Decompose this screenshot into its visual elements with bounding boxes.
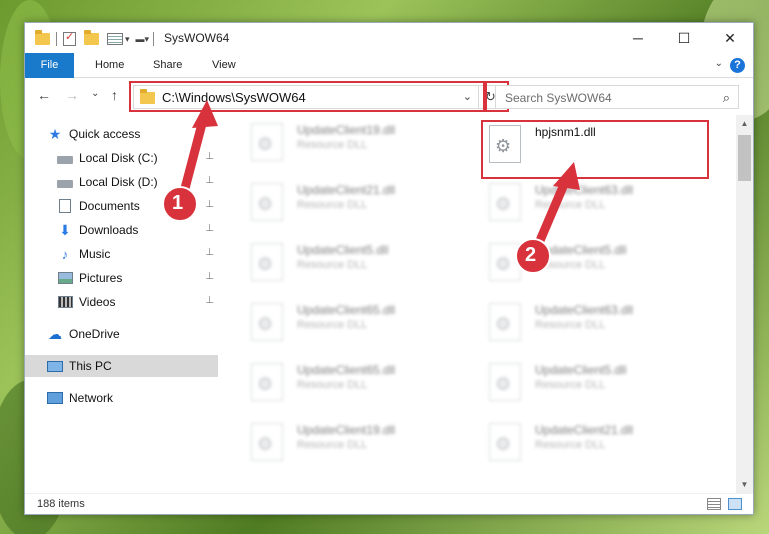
annotation-arrow-1 (178, 115, 208, 201)
annotation-overlay (162, 100, 580, 274)
annotation-arrowhead-2 (553, 162, 580, 190)
step-2-label: 2 (525, 244, 537, 266)
annotation-arrowhead-1 (192, 100, 218, 128)
step-1-label: 1 (172, 192, 184, 214)
